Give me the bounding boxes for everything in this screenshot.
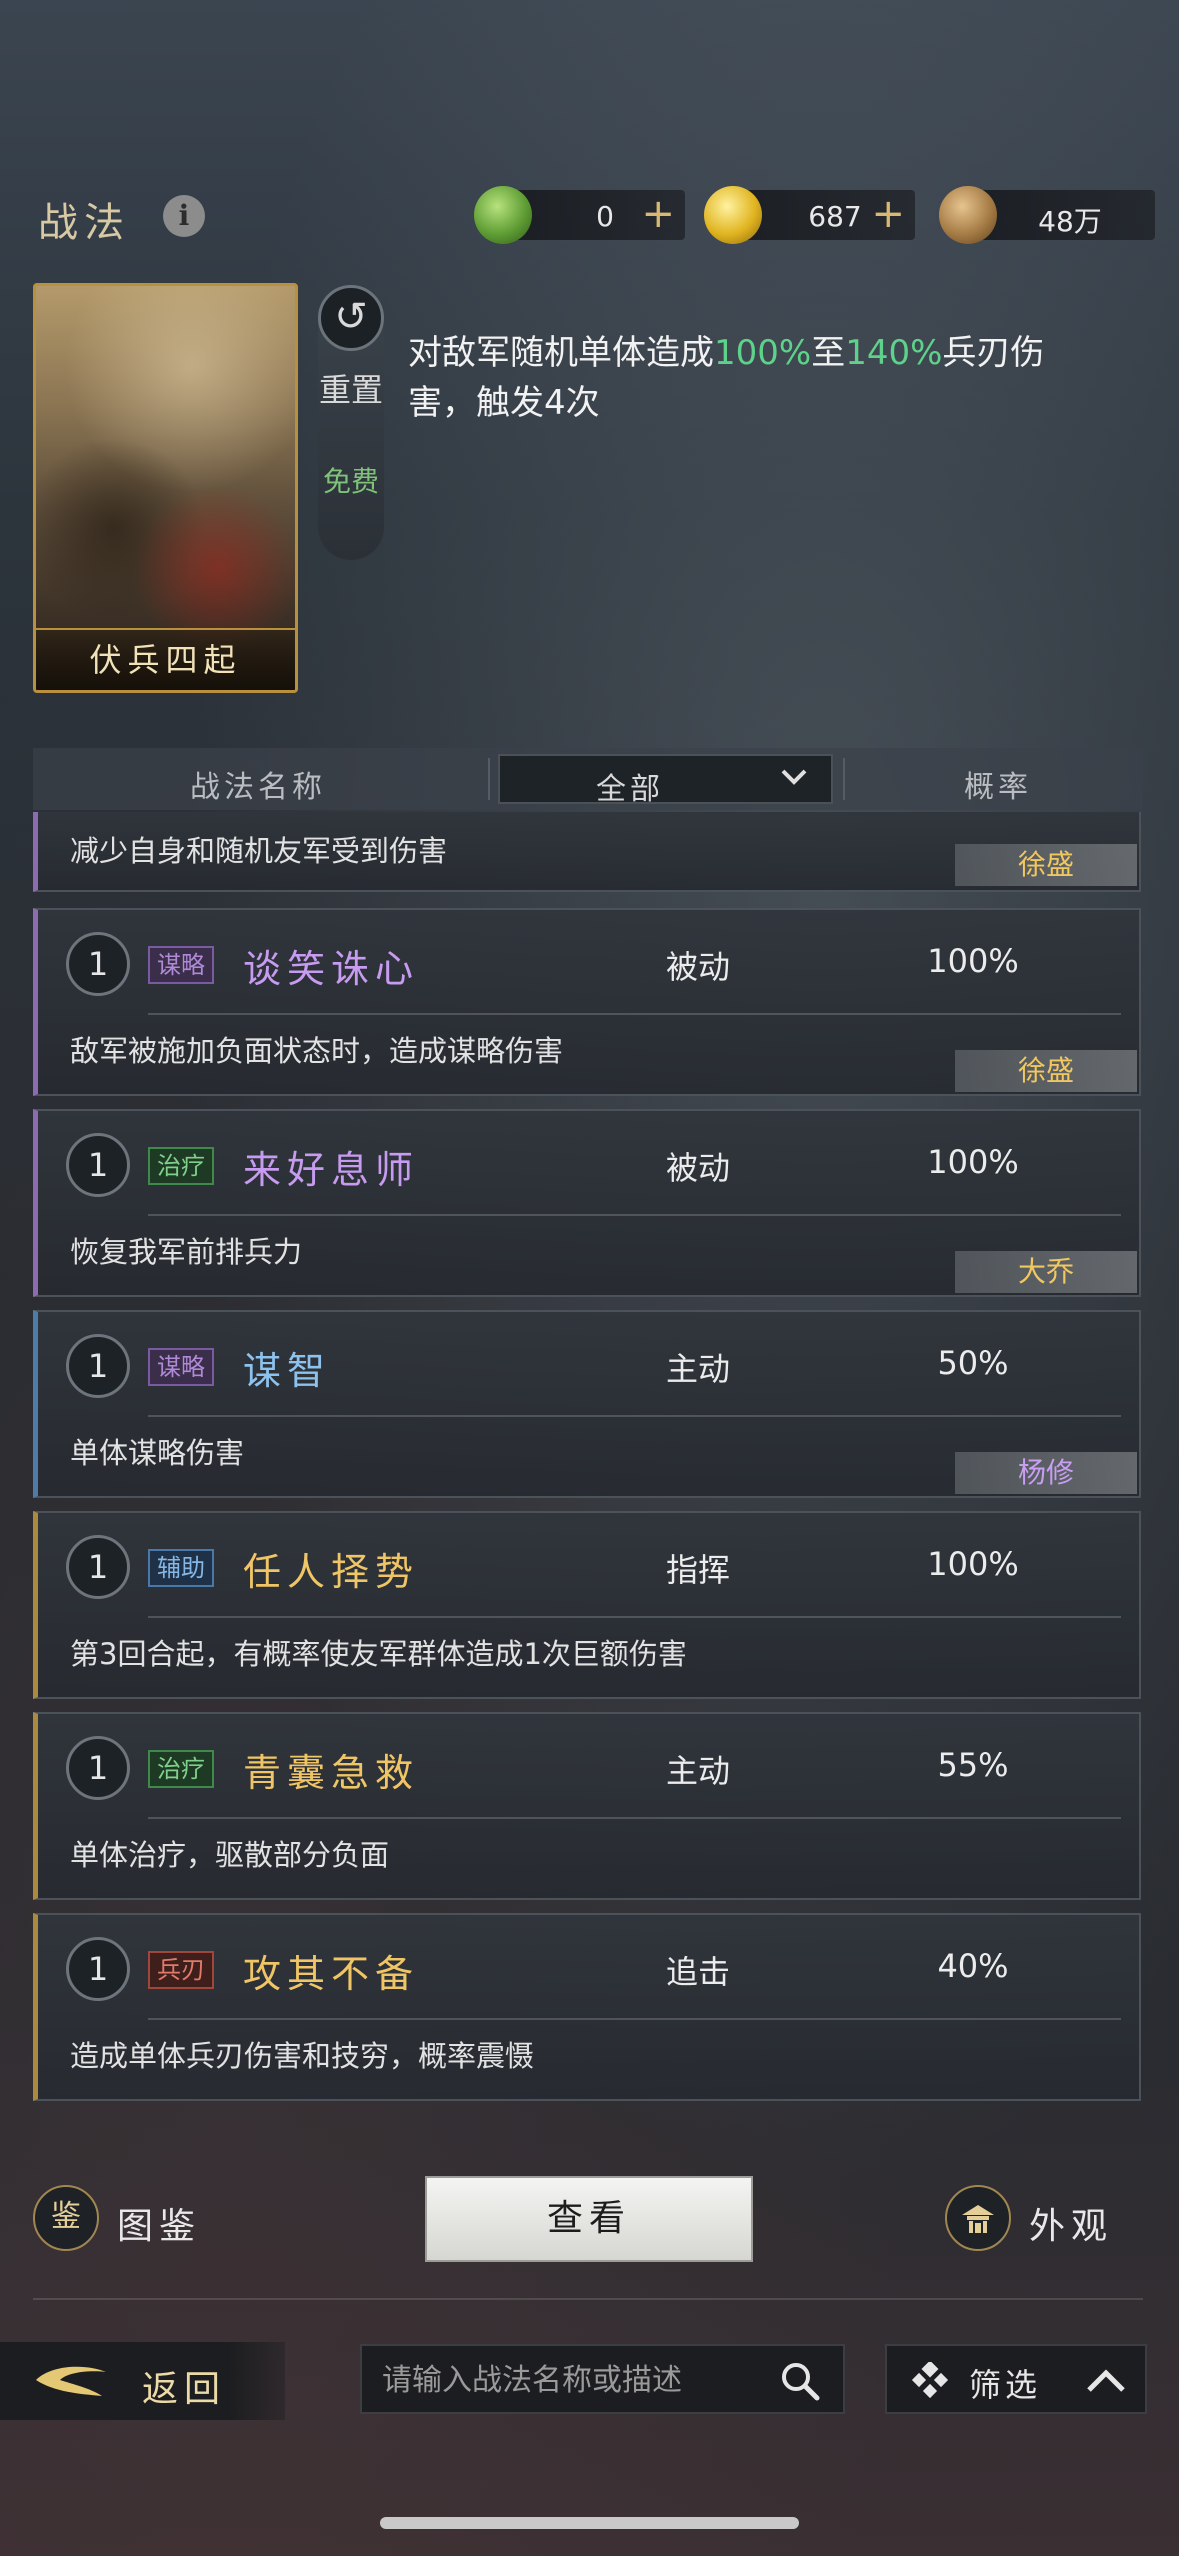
list-header: 战法名称 全部 概率 <box>33 748 1143 810</box>
skill-type: 被动 <box>665 1149 730 1187</box>
list-item[interactable]: 减少自身和随机友军受到伤害 徐盛 <box>33 812 1141 892</box>
skill-rate: 100% <box>927 1545 1019 1583</box>
skill-tag: 辅助 <box>148 1549 214 1587</box>
reset-label: 重置 <box>318 371 383 409</box>
list-item[interactable]: 1 治疗 青囊急救 主动 55% 单体治疗，驱散部分负面 <box>33 1712 1141 1900</box>
level-badge: 1 <box>66 1535 130 1599</box>
skill-desc: 单体谋略伤害 <box>70 1436 245 1470</box>
currency-value: 48万 <box>1038 205 1102 238</box>
skill-name: 青囊急救 <box>243 1751 420 1795</box>
skill-rate: 55% <box>937 1746 1009 1784</box>
skill-name: 谋智 <box>243 1349 332 1393</box>
owner-badge: 徐盛 <box>955 1050 1137 1092</box>
list-item[interactable]: 1 治疗 来好息师 被动 100% 恢复我军前排兵力 大乔 <box>33 1109 1141 1297</box>
free-label: 免费 <box>322 465 379 498</box>
skill-list[interactable]: 减少自身和随机友军受到伤害 徐盛 1 谋略 谈笑诛心 被动 100% 敌军被施加… <box>33 812 1143 2102</box>
skill-rate: 50% <box>937 1344 1009 1382</box>
divider <box>33 2298 1143 2300</box>
home-indicator[interactable] <box>380 2517 799 2529</box>
owner-badge: 徐盛 <box>955 844 1137 886</box>
skill-tag: 治疗 <box>148 1147 214 1185</box>
list-item[interactable]: 1 辅助 任人择势 指挥 100% 第3回合起，有概率使友军群体造成1次巨额伤害 <box>33 1511 1141 1699</box>
owner-badge: 大乔 <box>955 1251 1137 1293</box>
skill-desc: 单体治疗，驱散部分负面 <box>70 1838 390 1872</box>
column-name-header: 战法名称 <box>190 770 326 805</box>
page-title: 战法 <box>38 200 130 246</box>
back-button[interactable]: 返回 <box>0 2342 285 2420</box>
owner-badge: 杨修 <box>955 1452 1137 1494</box>
gallery-icon: 鉴 <box>33 2185 99 2251</box>
skill-desc: 敌军被施加负面状态时，造成谋略伤害 <box>70 1034 564 1068</box>
skill-name: 谈笑诛心 <box>243 947 420 991</box>
info-icon[interactable]: i <box>163 195 205 237</box>
search-box[interactable] <box>360 2344 845 2414</box>
pavilion-icon <box>945 2185 1011 2251</box>
skill-type: 主动 <box>665 1350 730 1388</box>
list-item[interactable]: 1 兵刃 攻其不备 追击 40% 造成单体兵刃伤害和技穷，概率震慑 <box>33 1913 1141 2101</box>
skill-type: 被动 <box>665 948 730 986</box>
currency-copper: 48万 <box>939 186 1155 244</box>
filter-icon <box>911 2362 949 2399</box>
skill-card-name: 伏兵四起 <box>36 628 295 690</box>
search-input[interactable] <box>382 2358 762 2402</box>
back-label: 返回 <box>142 2369 227 2410</box>
filter-label: 筛选 <box>969 2366 1042 2404</box>
back-arrow-icon <box>36 2366 106 2396</box>
divider <box>843 758 845 800</box>
skill-desc: 恢复我军前排兵力 <box>70 1235 303 1269</box>
skill-desc: 第3回合起，有概率使友军群体造成1次巨额伤害 <box>70 1637 687 1671</box>
currency-jade: 0 + <box>474 186 685 244</box>
skill-rate: 40% <box>937 1947 1009 1985</box>
skill-desc: 造成单体兵刃伤害和技穷，概率震慑 <box>70 2039 535 2073</box>
reset-button[interactable]: ↺ 重置 免费 <box>318 285 384 560</box>
copper-coin-icon <box>939 186 997 244</box>
skill-rate: 100% <box>927 942 1019 980</box>
search-icon[interactable] <box>779 2360 821 2402</box>
level-badge: 1 <box>66 1133 130 1197</box>
add-jade-button[interactable]: + <box>641 192 675 236</box>
category-filter-value: 全部 <box>596 772 664 807</box>
skill-tag: 治疗 <box>148 1750 214 1788</box>
skill-type: 主动 <box>665 1752 730 1790</box>
jade-coin-icon <box>474 186 532 244</box>
divider <box>148 2018 1121 2020</box>
list-item[interactable]: 1 谋略 谈笑诛心 被动 100% 敌军被施加负面状态时，造成谋略伤害 徐盛 <box>33 908 1141 1096</box>
divider <box>148 1616 1121 1618</box>
chevron-up-icon <box>1087 2369 1125 2392</box>
view-button[interactable]: 查看 <box>425 2176 753 2262</box>
reset-icon: ↺ <box>318 285 384 351</box>
list-item[interactable]: 1 谋略 谋智 主动 50% 单体谋略伤害 杨修 <box>33 1310 1141 1498</box>
appearance-label: 外观 <box>1029 2206 1114 2247</box>
skill-name: 任人择势 <box>243 1550 420 1594</box>
skill-description: 对敌军随机单体造成100%至140%兵刃伤害，触发4次 <box>408 333 1045 423</box>
level-badge: 1 <box>66 1937 130 2001</box>
column-rate-header: 概率 <box>964 770 1032 805</box>
divider <box>488 758 490 800</box>
skill-desc: 减少自身和随机友军受到伤害 <box>70 834 448 868</box>
divider <box>148 1214 1121 1216</box>
category-filter-dropdown[interactable]: 全部 <box>498 754 833 807</box>
skill-tag: 谋略 <box>148 1348 214 1386</box>
skill-card-art[interactable]: 伏兵四起 <box>33 283 298 693</box>
divider <box>148 1817 1121 1819</box>
gold-coin-icon <box>704 186 762 244</box>
level-badge: 1 <box>66 1736 130 1800</box>
skill-name: 攻其不备 <box>243 1952 420 1996</box>
add-gold-button[interactable]: + <box>871 192 905 236</box>
gallery-label: 图鉴 <box>117 2206 202 2247</box>
currency-gold: 687 + <box>704 186 915 244</box>
skill-name: 来好息师 <box>243 1148 420 1192</box>
skill-tag: 兵刃 <box>148 1951 214 1989</box>
skill-type: 指挥 <box>665 1551 730 1589</box>
divider <box>148 1013 1121 1015</box>
chevron-down-icon <box>781 769 807 785</box>
skill-tag: 谋略 <box>148 946 214 984</box>
level-badge: 1 <box>66 1334 130 1398</box>
filter-button[interactable]: 筛选 <box>885 2344 1147 2414</box>
skill-rate: 100% <box>927 1143 1019 1181</box>
skill-type: 追击 <box>665 1953 730 1991</box>
divider <box>148 1415 1121 1417</box>
level-badge: 1 <box>66 932 130 996</box>
